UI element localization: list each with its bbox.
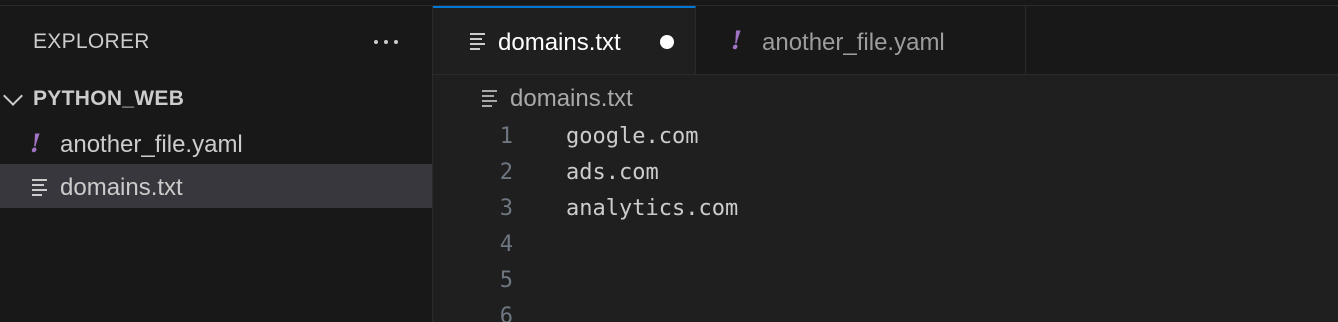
yaml-icon: ! xyxy=(30,129,41,158)
tab-bar: domains.txt ! another_file.yaml xyxy=(433,6,1338,75)
line-number: 6 xyxy=(499,304,513,322)
folder-label: PYTHON_WEB xyxy=(33,87,185,110)
line-text[interactable]: ads.com xyxy=(566,160,659,185)
file-label: domains.txt xyxy=(60,174,183,201)
chevron-down-icon xyxy=(3,86,23,106)
file-item-another-file-yaml[interactable]: ! another_file.yaml xyxy=(0,121,432,165)
line-number: 4 xyxy=(499,232,513,257)
more-actions-icon-dot xyxy=(384,40,388,44)
tab-label: another_file.yaml xyxy=(762,29,945,56)
code-line: 6 xyxy=(433,300,1338,322)
code-line: 5 xyxy=(433,264,1338,300)
more-actions-button[interactable] xyxy=(364,24,408,60)
tab-domains-txt[interactable]: domains.txt xyxy=(433,6,696,74)
text-file-icon xyxy=(32,179,48,196)
code-line: 1 google.com xyxy=(433,120,1338,156)
code-line: 4 xyxy=(433,228,1338,264)
unsaved-changes-dot-icon[interactable] xyxy=(660,35,674,49)
text-file-icon xyxy=(470,33,486,50)
folder-python-web[interactable]: PYTHON_WEB xyxy=(0,78,432,118)
file-label: another_file.yaml xyxy=(60,131,243,158)
vscode-window: EXPLORER PYTHON_WEB ! another_file.yaml … xyxy=(0,0,1338,322)
more-actions-icon-dot xyxy=(394,40,398,44)
explorer-sidebar: EXPLORER PYTHON_WEB ! another_file.yaml … xyxy=(0,6,433,322)
editor-group: domains.txt ! another_file.yaml domains.… xyxy=(433,6,1338,322)
line-text[interactable]: analytics.com xyxy=(566,196,738,221)
line-number: 3 xyxy=(499,196,513,221)
explorer-header: EXPLORER xyxy=(0,6,432,76)
explorer-title: EXPLORER xyxy=(33,30,150,53)
file-item-domains-txt[interactable]: domains.txt xyxy=(0,164,432,208)
more-actions-icon xyxy=(374,40,378,44)
code-line: 2 ads.com xyxy=(433,156,1338,192)
line-text[interactable]: google.com xyxy=(566,124,698,149)
line-number: 1 xyxy=(499,124,513,149)
breadcrumb-item-domains-txt[interactable]: domains.txt xyxy=(510,85,633,113)
code-line: 3 analytics.com xyxy=(433,192,1338,228)
tab-another-file-yaml[interactable]: ! another_file.yaml xyxy=(697,6,1026,74)
line-number: 2 xyxy=(499,160,513,185)
tab-label: domains.txt xyxy=(498,29,621,56)
breadcrumb: domains.txt xyxy=(433,76,1338,118)
code-editor[interactable]: 1 google.com 2 ads.com 3 analytics.com 4… xyxy=(433,120,1338,322)
text-file-icon xyxy=(482,90,498,107)
yaml-icon: ! xyxy=(731,26,742,55)
line-number: 5 xyxy=(499,268,513,293)
